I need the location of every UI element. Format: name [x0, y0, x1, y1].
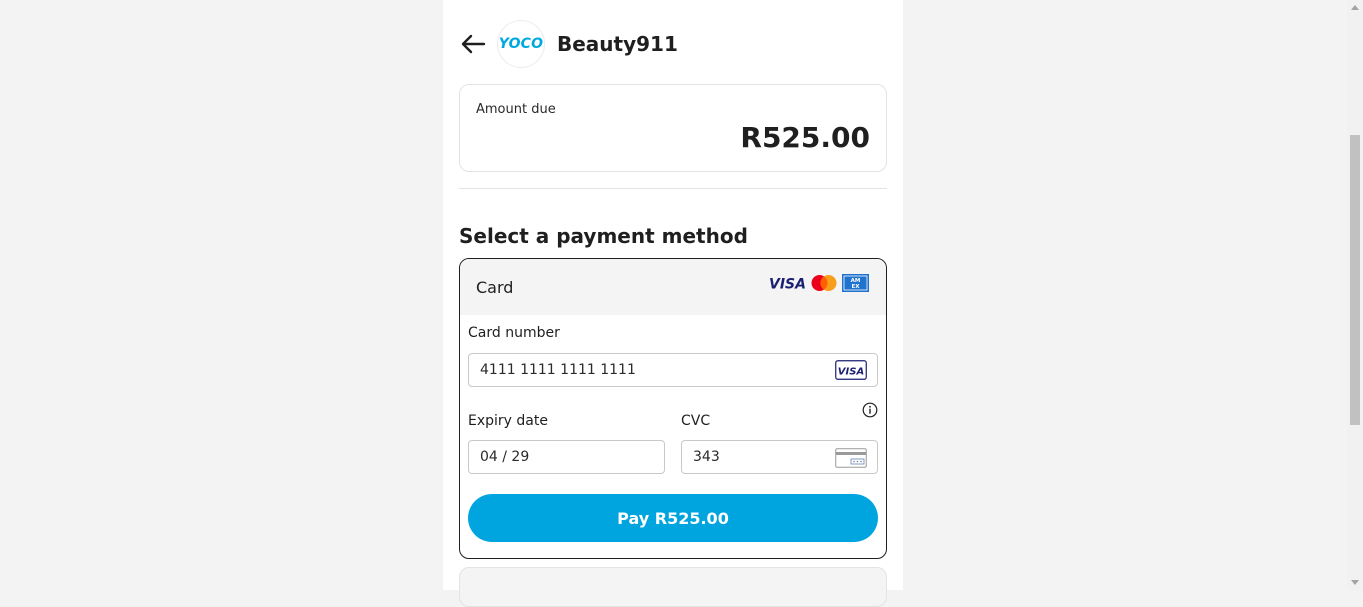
- scroll-up-arrow[interactable]: [1351, 5, 1359, 10]
- payment-page: YOCO Beauty911 Amount due R525.00 Select…: [443, 0, 903, 607]
- svg-text:EX: EX: [852, 284, 861, 290]
- logo-text: YOCO: [498, 36, 544, 52]
- card-method-label: Card: [476, 278, 514, 297]
- scroll-down-arrow[interactable]: [1351, 580, 1359, 585]
- mastercard-icon: [811, 275, 837, 291]
- visa-icon: VISA: [769, 277, 806, 291]
- card-payment-method: Card VISA AM EX Card number 4111 1111 11…: [459, 258, 887, 559]
- card-brand-icons: VISA AM EX: [768, 274, 869, 292]
- expiry-date-label: Expiry date: [468, 413, 548, 429]
- card-number-input[interactable]: 4111 1111 1111 1111 VISA: [468, 353, 878, 387]
- card-method-header[interactable]: Card VISA AM EX: [460, 259, 886, 315]
- amount-due-label: Amount due: [476, 102, 556, 117]
- svg-text:VISA: VISA: [769, 277, 806, 291]
- arrow-left-icon: [461, 34, 486, 54]
- info-icon[interactable]: [862, 402, 878, 418]
- merchant-logo: YOCO: [497, 20, 545, 68]
- scrollbar-thumb[interactable]: [1350, 135, 1360, 425]
- cvc-value: 343: [693, 449, 720, 465]
- header: YOCO Beauty911: [443, 20, 903, 68]
- amount-due-value: R525.00: [740, 121, 870, 154]
- divider: [459, 188, 887, 189]
- cvc-input[interactable]: 343: [681, 440, 878, 474]
- card-number-label: Card number: [468, 325, 560, 341]
- card-number-value: 4111 1111 1111 1111: [480, 362, 636, 378]
- visa-icon: VISA: [835, 360, 867, 380]
- cvc-label: CVC: [681, 413, 711, 429]
- pay-button[interactable]: Pay R525.00: [468, 494, 878, 542]
- next-payment-method[interactable]: [459, 567, 887, 607]
- expiry-date-input[interactable]: 04 / 29: [468, 440, 665, 474]
- expiry-date-value: 04 / 29: [480, 449, 530, 465]
- card-cvc-icon: [835, 448, 867, 468]
- section-title: Select a payment method: [459, 224, 748, 248]
- svg-text:VISA: VISA: [838, 367, 864, 378]
- amount-due-card: Amount due R525.00: [459, 84, 887, 172]
- scrollbar[interactable]: [1347, 0, 1363, 590]
- merchant-name: Beauty911: [557, 32, 678, 56]
- amex-icon: AM EX: [842, 274, 869, 292]
- back-button[interactable]: [457, 28, 489, 60]
